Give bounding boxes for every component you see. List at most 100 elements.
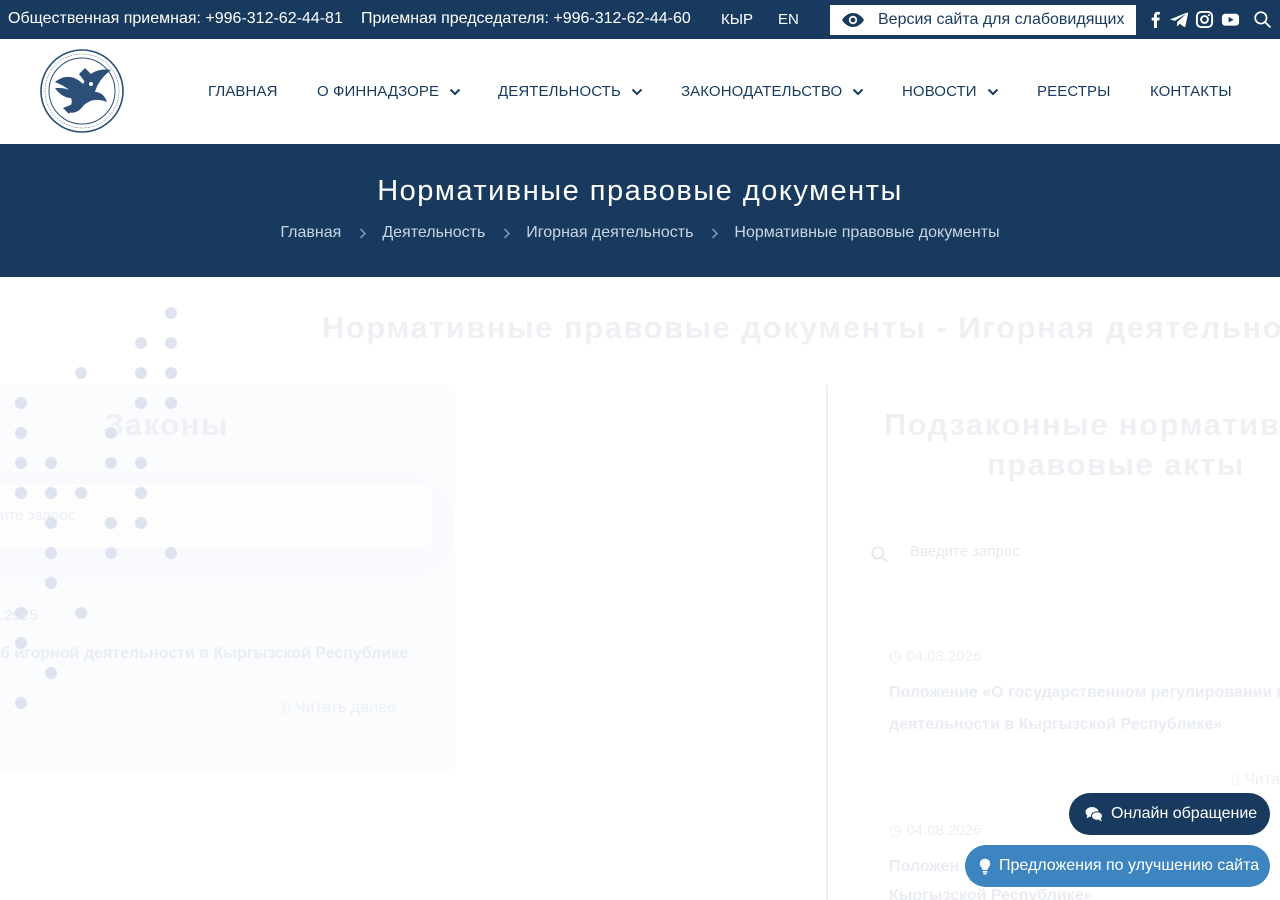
nav-home-label: ГЛАВНАЯ: [208, 83, 278, 100]
page-hero: Нормативные правовые документы Главная Д…: [0, 144, 1280, 277]
decorative-dot: [45, 577, 57, 589]
breadcrumb: Главная Деятельность Игорная деятельност…: [0, 224, 1280, 242]
chairman-reception-phone[interactable]: Приемная председателя: +996-312-62-44-60: [361, 10, 691, 28]
bylaw-2-date: ◷ 04.08.2026: [889, 822, 982, 839]
online-appeal-label: Онлайн обращение: [1111, 805, 1258, 822]
bylaws-title-line1: Подзаконные норматив: [884, 407, 1280, 442]
search-icon[interactable]: [1252, 9, 1272, 29]
bylaw-1-date: ◷ 04.08.2026: [889, 648, 982, 665]
laws-read-more-label: Читать далее: [295, 699, 397, 716]
decorative-dot: [165, 367, 177, 379]
finnadzor-logo[interactable]: [39, 48, 125, 134]
laws-read-more[interactable]: ▯ Читать далее: [282, 697, 396, 717]
decorative-dot: [15, 457, 27, 469]
lang-en-link[interactable]: EN: [778, 11, 799, 28]
decorative-dot: [135, 367, 147, 379]
decorative-dot: [15, 607, 27, 619]
decorative-dot: [165, 397, 177, 409]
bylaw-2-title-line2[interactable]: Кыргызской Республике»: [889, 887, 1093, 900]
eye-icon: [842, 13, 864, 27]
decorative-dot: [135, 397, 147, 409]
chevron-down-icon: [449, 88, 461, 95]
decorative-dot: [165, 337, 177, 349]
nav-about[interactable]: О ФИННАДЗОРЕ: [317, 83, 461, 100]
decorative-dot: [135, 337, 147, 349]
low-vision-label: Версия сайта для слабовидящих: [878, 11, 1125, 28]
breadcrumb-home[interactable]: Главная: [280, 224, 341, 242]
chevron-down-icon: [631, 88, 643, 95]
decorative-dot: [15, 397, 27, 409]
bylaws-search[interactable]: [860, 539, 1280, 571]
bylaw-1-read-more[interactable]: ▯ Чита: [1231, 769, 1280, 789]
chat-icon: [1085, 807, 1103, 822]
bylaw-1-read-more-label: Чита: [1244, 771, 1280, 788]
section-title: Нормативные правовые документы - Игорная…: [322, 310, 1280, 345]
site-suggestions-label: Предложения по улучшению сайта: [999, 857, 1260, 874]
bylaws-title-line2: правовые акты: [987, 447, 1245, 482]
bylaw-1-title-line1[interactable]: Положение «О государственном регулирован…: [889, 684, 1280, 702]
bylaws-search-input[interactable]: [910, 543, 1210, 560]
page-title: Нормативные правовые документы: [377, 175, 903, 207]
bylaw-2-title-line1[interactable]: Положен: [889, 858, 959, 876]
chevron-down-icon: [853, 88, 864, 95]
decorative-dot: [15, 427, 27, 439]
chevron-right-icon: [504, 228, 511, 238]
top-bar: Общественная приемная: +996-312-62-44-81…: [0, 0, 1280, 39]
nav-activity[interactable]: ДЕЯТЕЛЬНОСТЬ: [498, 83, 643, 100]
nav-legislation-label: ЗАКОНОДАТЕЛЬСТВО: [681, 83, 843, 100]
youtube-icon[interactable]: [1220, 9, 1240, 29]
decorative-dot: [105, 457, 117, 469]
decorative-dot: [15, 637, 27, 649]
decorative-dot: [135, 517, 147, 529]
decorative-dot: [165, 547, 177, 559]
decorative-dot: [105, 517, 117, 529]
chevron-right-icon: [360, 228, 367, 238]
breadcrumb-activity[interactable]: Деятельность: [382, 224, 485, 242]
search-icon: [871, 546, 888, 563]
decorative-dot: [135, 487, 147, 499]
decorative-dot: [75, 607, 87, 619]
online-appeal-button[interactable]: Онлайн обращение: [1069, 793, 1270, 835]
decorative-dot: [105, 547, 117, 559]
bylaw-2-date-text: 04.08.2026: [906, 822, 982, 839]
decorative-dot: [45, 487, 57, 499]
telegram-icon[interactable]: [1169, 9, 1189, 29]
decorative-dot: [135, 457, 147, 469]
decorative-dot: [105, 427, 117, 439]
lang-kg-link[interactable]: КЫР: [721, 11, 753, 28]
nav-news[interactable]: НОВОСТИ: [902, 83, 999, 100]
decorative-dot-pattern: [15, 307, 177, 709]
nav-contacts-label: КОНТАКТЫ: [1150, 83, 1232, 100]
facebook-icon[interactable]: [1145, 9, 1165, 29]
chevron-down-icon: [987, 88, 998, 95]
low-vision-button[interactable]: Версия сайта для слабовидящих: [830, 5, 1136, 35]
instagram-icon[interactable]: [1194, 9, 1214, 29]
nav-activity-label: ДЕЯТЕЛЬНОСТЬ: [498, 83, 621, 100]
nav-legislation[interactable]: ЗАКОНОДАТЕЛЬСТВО: [681, 83, 864, 100]
nav-news-label: НОВОСТИ: [902, 83, 977, 100]
site-suggestions-button[interactable]: Предложения по улучшению сайта: [965, 845, 1270, 887]
chevron-right-icon: [712, 228, 719, 238]
bylaw-1-title-line2[interactable]: деятельности в Кыргызской Республике»: [889, 716, 1222, 734]
nav-about-label: О ФИННАДЗОРЕ: [317, 83, 440, 100]
nav-registries-label: РЕЕСТРЫ: [1037, 83, 1111, 100]
decorative-dot: [15, 697, 27, 709]
decorative-dot: [45, 457, 57, 469]
breadcrumb-current: Нормативные правовые документы: [734, 224, 1000, 241]
nav-registries[interactable]: РЕЕСТРЫ: [1037, 83, 1111, 100]
column-divider: [826, 385, 828, 900]
decorative-dot: [75, 487, 87, 499]
nav-contacts[interactable]: КОНТАКТЫ: [1150, 83, 1232, 100]
decorative-dot: [45, 547, 57, 559]
decorative-dot: [45, 517, 57, 529]
decorative-dot: [45, 667, 57, 679]
breadcrumb-gambling[interactable]: Игорная деятельность: [526, 224, 693, 242]
nav-home[interactable]: ГЛАВНАЯ: [208, 83, 278, 100]
public-reception-phone[interactable]: Общественная приемная: +996-312-62-44-81: [8, 10, 343, 28]
decorative-dot: [165, 307, 177, 319]
decorative-dot: [75, 367, 87, 379]
decorative-dot: [15, 487, 27, 499]
lightbulb-icon: [979, 858, 991, 874]
bylaw-1-date-text: 04.08.2026: [906, 648, 982, 665]
main-header: ГЛАВНАЯ О ФИННАДЗОРЕ ДЕЯТЕЛЬНОСТЬ ЗАКОНО…: [0, 39, 1280, 144]
